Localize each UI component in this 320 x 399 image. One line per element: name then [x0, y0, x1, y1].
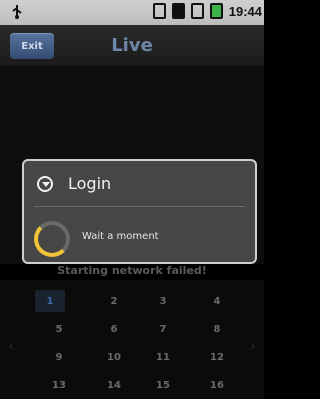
- channel-cell[interactable]: 5: [44, 318, 74, 340]
- dialog-header: Login: [24, 161, 255, 206]
- chevron-down-circle-icon: [37, 176, 53, 192]
- channel-cell[interactable]: 10: [99, 346, 129, 368]
- dialog-title: Login: [68, 174, 112, 193]
- channel-cell[interactable]: 4: [202, 290, 232, 312]
- battery-icon: [209, 3, 223, 19]
- channel-cell[interactable]: 11: [148, 346, 178, 368]
- right-arrow-icon[interactable]: ›: [250, 336, 256, 355]
- signal-icon: [152, 3, 166, 19]
- channel-cell[interactable]: 12: [202, 346, 232, 368]
- network-status: Starting network failed!: [57, 264, 207, 277]
- header-bar: Exit Live: [0, 25, 264, 67]
- loading-spinner-icon: [34, 221, 70, 257]
- page-title: Live: [111, 35, 153, 56]
- channel-cell[interactable]: 9: [44, 346, 74, 368]
- signal-bars-icon: [190, 3, 204, 19]
- channel-cell[interactable]: 6: [99, 318, 129, 340]
- channel-cell[interactable]: 14: [99, 374, 129, 396]
- channel-cell[interactable]: 1: [35, 290, 65, 312]
- dialog-divider: [34, 206, 245, 207]
- channel-cell[interactable]: 7: [148, 318, 178, 340]
- channel-cell[interactable]: 15: [148, 374, 178, 396]
- login-dialog: Login Wait a moment: [22, 159, 257, 264]
- usb-icon: [9, 4, 25, 20]
- channel-grid: 1 2 3 4 5 6 7 8 9 10 11 12 13 14 15 16: [0, 280, 264, 399]
- channel-cell[interactable]: 3: [148, 290, 178, 312]
- channel-cell[interactable]: 2: [99, 290, 129, 312]
- channel-cell[interactable]: 16: [202, 374, 232, 396]
- status-bar: 19:44: [0, 0, 264, 25]
- left-arrow-icon[interactable]: ‹: [8, 336, 14, 355]
- dialog-message: Wait a moment: [82, 231, 159, 242]
- channel-cell[interactable]: 13: [44, 374, 74, 396]
- data-icon: [171, 3, 185, 19]
- channel-cell[interactable]: 8: [202, 318, 232, 340]
- clock: 19:44: [228, 3, 262, 19]
